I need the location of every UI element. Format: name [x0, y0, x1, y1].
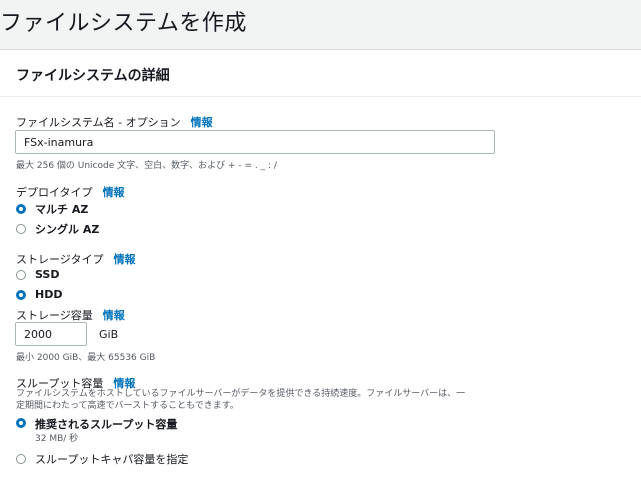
throughput-specify-radio[interactable]: [16, 454, 26, 464]
storage-type-ssd-radio[interactable]: [16, 270, 26, 280]
filesystem-name-label-row: ファイルシステム名 - オプション 情報: [16, 111, 213, 130]
deploy-type-single-az-label[interactable]: シングル AZ: [35, 221, 99, 237]
storage-type-hdd-radio[interactable]: [16, 290, 26, 300]
page-title: ファイルシステムを作成: [0, 11, 247, 36]
throughput-specify-label[interactable]: スループットキャパ容量を指定: [35, 451, 188, 467]
deploy-type-single-az-radio[interactable]: [16, 224, 26, 234]
throughput-description-line2: 定期間にわたって高速でバーストすることもできます。: [16, 401, 239, 411]
deploy-type-multi-az-label[interactable]: マルチ AZ: [35, 201, 88, 217]
storage-capacity-info-link[interactable]: 情報: [103, 309, 125, 322]
deploy-type-label-row: デプロイタイプ 情報: [16, 181, 125, 200]
deploy-type-label: デプロイタイプ: [16, 186, 93, 199]
storage-capacity-unit: GiB: [99, 328, 119, 341]
filesystem-name-info-link[interactable]: 情報: [191, 116, 213, 129]
storage-type-label: ストレージタイプ: [16, 253, 104, 266]
storage-type-hdd-label[interactable]: HDD: [35, 288, 62, 301]
deploy-type-info-link[interactable]: 情報: [103, 186, 125, 199]
storage-capacity-label-row: ストレージ容量 情報: [16, 304, 125, 323]
storage-capacity-hint: 最小 2000 GiB、最大 65536 GiB: [16, 353, 156, 363]
deploy-type-multi-az-radio[interactable]: [16, 204, 26, 214]
storage-capacity-input[interactable]: [15, 322, 87, 346]
filesystem-name-hint: 最大 256 個の Unicode 文字、空白、数字、および + - = . _…: [16, 161, 277, 171]
panel-header: ファイルシステムの詳細: [0, 50, 641, 97]
throughput-recommended-value: 32 MB/ 秒: [35, 434, 79, 444]
storage-type-info-link[interactable]: 情報: [114, 253, 136, 266]
filesystem-name-label: ファイルシステム名 - オプション: [16, 116, 181, 129]
throughput-recommended-radio[interactable]: [16, 418, 26, 428]
storage-capacity-label: ストレージ容量: [16, 309, 93, 322]
storage-type-label-row: ストレージタイプ 情報: [16, 248, 136, 267]
filesystem-details-panel: ファイルシステムの詳細 ファイルシステム名 - オプション情報 最大 256 個…: [0, 49, 641, 482]
storage-type-ssd-label[interactable]: SSD: [35, 268, 59, 281]
filesystem-name-input[interactable]: [15, 130, 495, 154]
throughput-recommended-label[interactable]: 推奨されるスループット容量: [35, 416, 177, 432]
